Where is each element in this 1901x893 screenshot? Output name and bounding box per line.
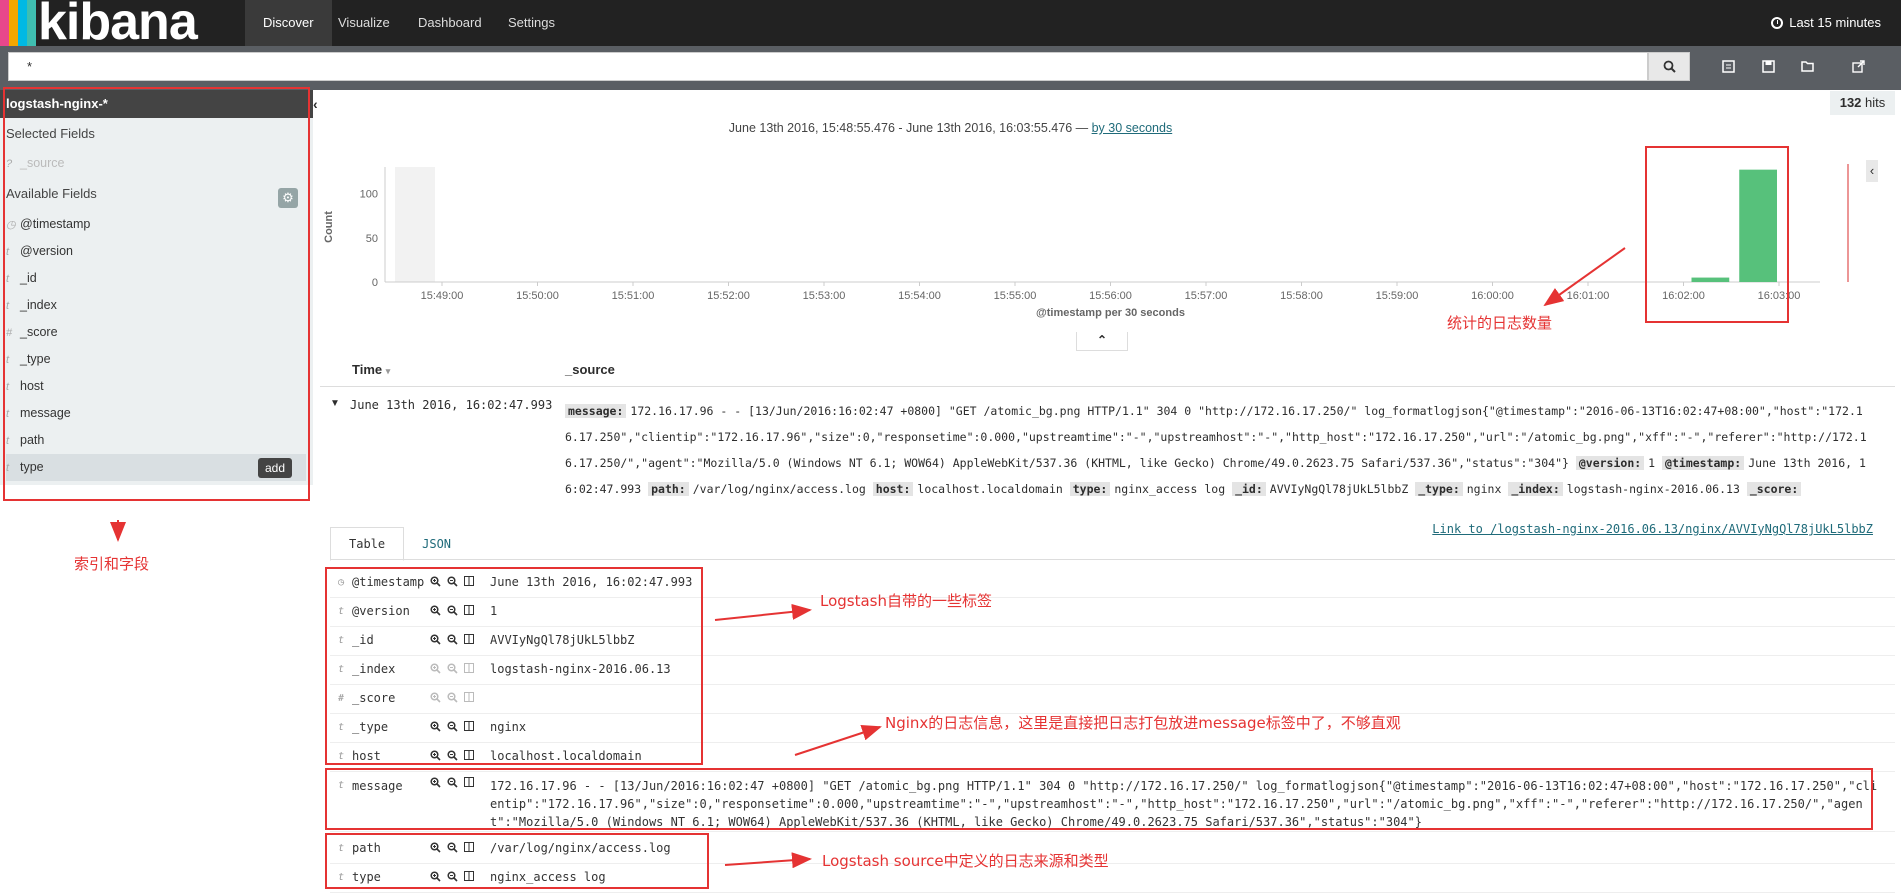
source-value: localhost.localdomain [917, 482, 1063, 496]
x-tick-label: 15:52:00 [707, 290, 750, 302]
collapse-sidebar-chevron-icon[interactable]: ‹ [313, 96, 318, 112]
annotation-box-logstash-tags [325, 567, 703, 765]
tab-visualize[interactable]: Visualize [320, 0, 408, 46]
expand-row-caret-icon[interactable]: ▼ [330, 398, 340, 409]
time-column-header[interactable]: Time ▾ [352, 362, 390, 377]
row-time: June 13th 2016, 16:02:47.993 [350, 398, 553, 412]
save-search-button[interactable] [1748, 52, 1788, 81]
annotation-count: 统计的日志数量 [1447, 314, 1553, 332]
y-tick-label: 50 [366, 233, 378, 245]
x-tick-label: 15:57:00 [1185, 290, 1228, 302]
source-value: AVVIyNgQl78jUkL5lbbZ [1269, 482, 1409, 496]
source-key: host: [872, 482, 914, 496]
source-key: path: [648, 482, 689, 496]
interval-link[interactable]: by 30 seconds [1092, 121, 1173, 135]
source-key: type: [1069, 482, 1111, 496]
hits-counter: 132 hits [1830, 91, 1895, 115]
x-axis-label: @timestamp per 30 seconds [1036, 307, 1185, 319]
new-search-button[interactable] [1708, 52, 1748, 81]
annotation-nginx-message: Nginx的日志信息，这里是直接把日志打包放进message标签中了，不够直观 [885, 714, 1401, 732]
x-tick-label: 15:59:00 [1376, 290, 1419, 302]
x-tick-label: 16:01:00 [1567, 290, 1610, 302]
x-tick-label: 15:49:00 [421, 290, 464, 302]
annotation-logstash-source: Logstash source中定义的日志来源和类型 [822, 852, 1109, 870]
row-source: message: 172.16.17.96 - - [13/Jun/2016:16… [565, 398, 1875, 502]
source-column-header: _source [565, 362, 615, 377]
source-key: _type: [1415, 482, 1463, 496]
empty-range-band [395, 167, 435, 282]
source-value: 1 [1648, 456, 1656, 470]
header-divider [320, 386, 1895, 387]
tab-table[interactable]: Table [330, 527, 405, 561]
x-tick-label: 15:54:00 [898, 290, 941, 302]
source-value: nginx_access log [1114, 482, 1226, 496]
x-tick-label: 15:51:00 [612, 290, 655, 302]
expand-right-chevron-icon[interactable]: ‹ [1866, 160, 1878, 182]
time-range-label: Last 15 minutes [1789, 15, 1881, 30]
annotation-box-source [325, 833, 709, 889]
share-button[interactable] [1838, 52, 1878, 81]
y-tick-label: 100 [360, 189, 378, 201]
folder-open-icon [1800, 61, 1814, 72]
external-link-icon [1851, 60, 1865, 73]
annotation-fields: 索引和字段 [74, 555, 150, 573]
search-button[interactable] [1648, 52, 1690, 81]
y-axis-label: Count [323, 211, 335, 243]
source-key: _id: [1232, 482, 1266, 496]
document-link[interactable]: Link to /logstash-nginx-2016.06.13/nginx… [1432, 522, 1873, 536]
search-icon [1663, 60, 1676, 73]
y-tick-label: 0 [372, 277, 378, 289]
source-key: @timestamp: [1662, 456, 1745, 470]
tab-dashboard[interactable]: Dashboard [400, 0, 500, 46]
source-value: logstash-nginx-2016.06.13 [1566, 482, 1740, 496]
source-key: @version: [1575, 456, 1645, 470]
save-icon [1761, 60, 1775, 73]
x-tick-label: 15:55:00 [994, 290, 1037, 302]
x-tick-label: 15:50:00 [516, 290, 559, 302]
annotation-logstash-tags: Logstash自带的一些标签 [820, 592, 993, 610]
sort-caret-icon: ▾ [385, 366, 391, 376]
detail-tabs: Table JSON [330, 527, 469, 561]
annotation-box-fields [3, 87, 310, 501]
source-key: _index: [1508, 482, 1563, 496]
source-value: /var/log/nginx/access.log [692, 482, 866, 496]
tab-settings[interactable]: Settings [490, 0, 573, 46]
annotation-box-count [1645, 146, 1789, 323]
open-search-button[interactable] [1788, 52, 1828, 81]
kibana-logo-bars [0, 0, 36, 46]
source-key: message: [565, 404, 627, 418]
source-value: nginx [1466, 482, 1502, 496]
time-picker[interactable]: Last 15 minutes [1771, 0, 1881, 46]
x-tick-label: 15:56:00 [1089, 290, 1132, 302]
kibana-logo[interactable]: kibana [38, 0, 198, 50]
new-document-icon [1721, 60, 1735, 73]
annotation-box-message [325, 768, 1873, 830]
collapse-chart-chevron-icon[interactable]: ⌃ [1076, 332, 1128, 351]
source-key: _score: [1746, 482, 1802, 496]
tab-discover[interactable]: Discover [245, 0, 332, 46]
x-tick-label: 15:53:00 [803, 290, 846, 302]
tab-json[interactable]: JSON [404, 528, 469, 560]
x-tick-label: 15:58:00 [1280, 290, 1323, 302]
tab-divider [330, 559, 1895, 560]
search-input[interactable]: * [8, 52, 1648, 81]
x-tick-label: 16:00:00 [1471, 290, 1514, 302]
clock-icon [1771, 17, 1784, 29]
